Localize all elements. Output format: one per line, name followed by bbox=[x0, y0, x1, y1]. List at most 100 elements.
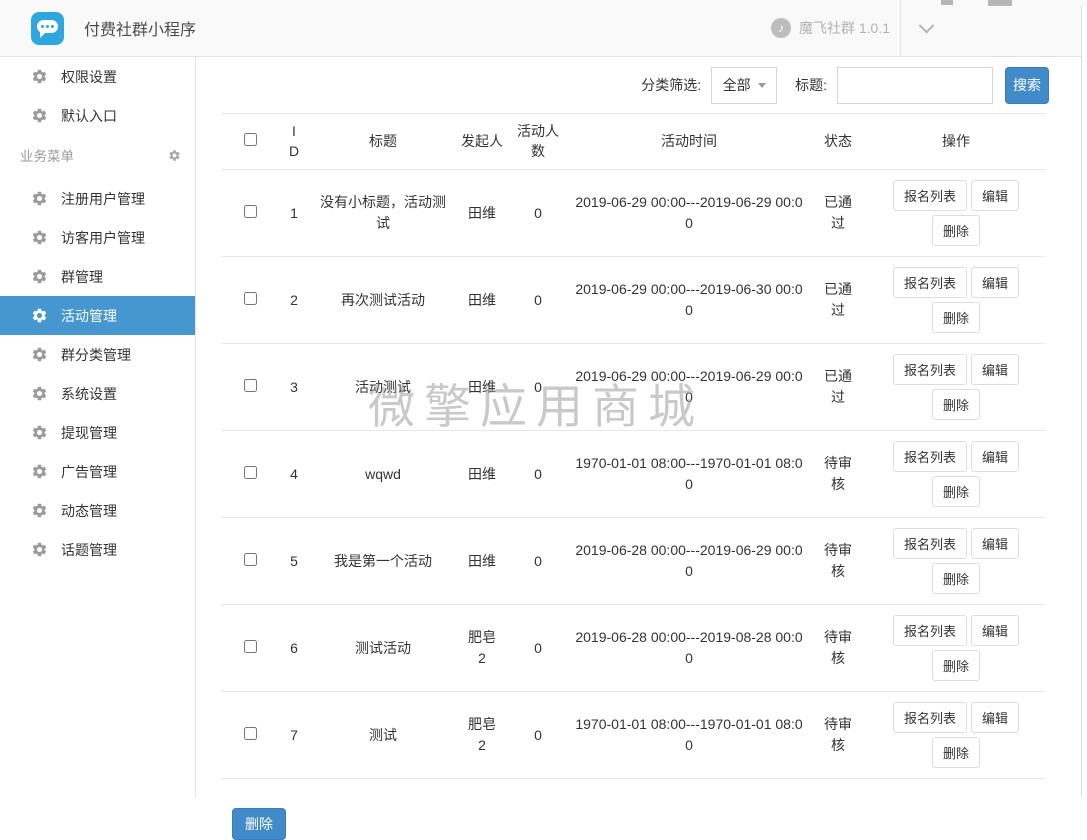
page-scrollbar[interactable] bbox=[1081, 6, 1087, 797]
category-filter-label: 分类筛选: bbox=[641, 75, 701, 95]
brand-label: 魔飞社群 1.0.1 bbox=[799, 18, 890, 38]
col-header-actions: 操作 bbox=[867, 114, 1045, 170]
header-collapse-control[interactable] bbox=[901, 0, 1087, 56]
delete-button[interactable]: 删除 bbox=[932, 737, 980, 768]
cell-initiator: 肥皂2 bbox=[457, 692, 507, 779]
sidebar-top-group: 权限设置 默认入口 bbox=[0, 57, 195, 135]
category-select[interactable]: 全部 bbox=[711, 67, 777, 104]
edit-button[interactable]: 编辑 bbox=[971, 180, 1019, 211]
row-select-cell bbox=[221, 518, 279, 605]
edit-button[interactable]: 编辑 bbox=[971, 615, 1019, 646]
signup-list-button[interactable]: 报名列表 bbox=[893, 180, 967, 211]
sidebar-item-8[interactable]: 动态管理 bbox=[0, 491, 195, 530]
sidebar-section-business-menu: 业务菜单 bbox=[0, 137, 195, 173]
table-row: 5 我是第一个活动 田维 0 2019-06-28 00:00---2019-0… bbox=[221, 518, 1045, 605]
signup-list-button[interactable]: 报名列表 bbox=[893, 702, 967, 733]
sidebar-item-1[interactable]: 访客用户管理 bbox=[0, 218, 195, 257]
title-search-input[interactable] bbox=[837, 67, 993, 104]
col-header-initiator: 发起人 bbox=[457, 114, 507, 170]
gear-icon bbox=[31, 463, 48, 480]
select-all-checkbox[interactable] bbox=[244, 133, 257, 146]
sidebar-item-3[interactable]: 活动管理 bbox=[0, 296, 195, 335]
edit-button[interactable]: 编辑 bbox=[971, 441, 1019, 472]
sidebar-item-9[interactable]: 话题管理 bbox=[0, 530, 195, 569]
col-header-id: ID bbox=[279, 114, 309, 170]
gear-icon bbox=[31, 385, 48, 402]
edit-button[interactable]: 编辑 bbox=[971, 354, 1019, 385]
cell-initiator: 田维 bbox=[457, 518, 507, 605]
table-row: 6 测试活动 肥皂2 0 2019-06-28 00:00---2019-08-… bbox=[221, 605, 1045, 692]
delete-button[interactable]: 删除 bbox=[932, 389, 980, 420]
cell-status: 已通过 bbox=[809, 344, 867, 431]
sidebar-item-4[interactable]: 群分类管理 bbox=[0, 335, 195, 374]
edit-button[interactable]: 编辑 bbox=[971, 528, 1019, 559]
edit-button[interactable]: 编辑 bbox=[971, 267, 1019, 298]
cell-time: 2019-06-28 00:00---2019-06-29 00:00 bbox=[569, 518, 809, 605]
delete-button[interactable]: 删除 bbox=[932, 302, 980, 333]
search-button[interactable]: 搜索 bbox=[1005, 67, 1049, 104]
bulk-delete-button[interactable]: 删除 bbox=[232, 808, 286, 840]
brand-icon: ♪ bbox=[771, 18, 791, 38]
signup-list-button[interactable]: 报名列表 bbox=[893, 441, 967, 472]
row-checkbox[interactable] bbox=[244, 727, 257, 740]
gear-icon bbox=[31, 502, 48, 519]
cell-actions: 报名列表编辑删除 bbox=[867, 257, 1045, 344]
sidebar-item-2[interactable]: 群管理 bbox=[0, 257, 195, 296]
cell-status: 已通过 bbox=[809, 170, 867, 257]
row-select-cell bbox=[221, 431, 279, 518]
chevron-down-icon bbox=[919, 17, 935, 33]
sidebar-item-label: 提现管理 bbox=[61, 423, 117, 443]
app-title: 付费社群小程序 bbox=[84, 16, 196, 40]
cell-actions: 报名列表编辑删除 bbox=[867, 344, 1045, 431]
cell-status: 待审核 bbox=[809, 518, 867, 605]
row-select-cell bbox=[221, 257, 279, 344]
delete-button[interactable]: 删除 bbox=[932, 650, 980, 681]
cell-actions: 报名列表编辑删除 bbox=[867, 605, 1045, 692]
cell-time: 2019-06-29 00:00---2019-06-29 00:00 bbox=[569, 344, 809, 431]
cell-initiator: 肥皂2 bbox=[457, 605, 507, 692]
row-checkbox[interactable] bbox=[244, 640, 257, 653]
edit-button[interactable]: 编辑 bbox=[971, 702, 1019, 733]
gear-icon bbox=[31, 346, 48, 363]
cell-title: wqwd bbox=[309, 431, 457, 518]
cell-time: 2019-06-29 00:00---2019-06-29 00:00 bbox=[569, 170, 809, 257]
signup-list-button[interactable]: 报名列表 bbox=[893, 354, 967, 385]
signup-list-button[interactable]: 报名列表 bbox=[893, 615, 967, 646]
sidebar-item-0[interactable]: 权限设置 bbox=[0, 57, 195, 96]
sidebar-item-0[interactable]: 注册用户管理 bbox=[0, 179, 195, 218]
row-checkbox[interactable] bbox=[244, 466, 257, 479]
row-checkbox[interactable] bbox=[244, 292, 257, 305]
gear-icon bbox=[31, 190, 48, 207]
cell-title: 测试活动 bbox=[309, 605, 457, 692]
sidebar-item-label: 访客用户管理 bbox=[61, 228, 145, 248]
sidebar-item-1[interactable]: 默认入口 bbox=[0, 96, 195, 135]
sidebar-item-5[interactable]: 系统设置 bbox=[0, 374, 195, 413]
signup-list-button[interactable]: 报名列表 bbox=[893, 267, 967, 298]
cell-time: 2019-06-28 00:00---2019-08-28 00:00 bbox=[569, 605, 809, 692]
gear-icon[interactable] bbox=[168, 149, 181, 162]
delete-button[interactable]: 删除 bbox=[932, 215, 980, 246]
cell-initiator: 田维 bbox=[457, 257, 507, 344]
row-checkbox[interactable] bbox=[244, 379, 257, 392]
signup-list-button[interactable]: 报名列表 bbox=[893, 528, 967, 559]
category-select-value: 全部 bbox=[723, 75, 751, 95]
cell-id: 6 bbox=[279, 605, 309, 692]
sidebar-item-label: 活动管理 bbox=[61, 306, 117, 326]
cell-time: 2019-06-29 00:00---2019-06-30 00:00 bbox=[569, 257, 809, 344]
filter-bar: 分类筛选: 全部 标题: 搜索 bbox=[196, 57, 1087, 113]
row-checkbox[interactable] bbox=[244, 205, 257, 218]
sidebar-item-6[interactable]: 提现管理 bbox=[0, 413, 195, 452]
cell-actions: 报名列表编辑删除 bbox=[867, 692, 1045, 779]
row-checkbox[interactable] bbox=[244, 553, 257, 566]
row-select-cell bbox=[221, 344, 279, 431]
delete-button[interactable]: 删除 bbox=[932, 476, 980, 507]
cell-status: 待审核 bbox=[809, 431, 867, 518]
cell-title: 再次测试活动 bbox=[309, 257, 457, 344]
cell-id: 5 bbox=[279, 518, 309, 605]
delete-button[interactable]: 删除 bbox=[932, 563, 980, 594]
sidebar-item-7[interactable]: 广告管理 bbox=[0, 452, 195, 491]
caret-down-icon bbox=[758, 83, 766, 88]
brand-badge: ♪ 魔飞社群 1.0.1 bbox=[771, 18, 900, 38]
cell-time: 1970-01-01 08:00---1970-01-01 08:00 bbox=[569, 431, 809, 518]
gear-icon bbox=[31, 307, 48, 324]
